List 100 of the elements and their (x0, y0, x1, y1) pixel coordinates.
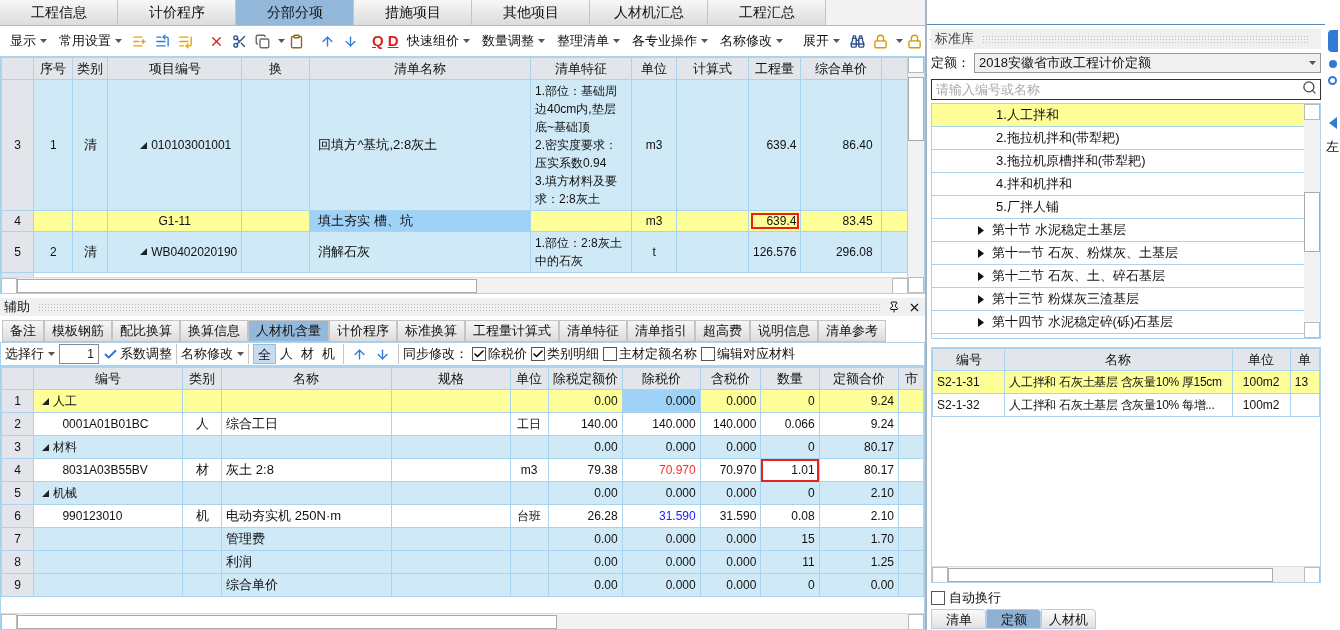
main-tab[interactable]: 其他项目 (472, 0, 590, 25)
row-number: 9 (1, 573, 34, 597)
pin-icon[interactable] (888, 301, 900, 313)
letter-icon-button[interactable]: D (387, 29, 399, 53)
table-cell-text: 8031A03B55BV (62, 462, 148, 479)
panel-tab[interactable]: 工程量计算式 (465, 320, 559, 342)
table-cell: 0.00 (548, 527, 623, 551)
panel-tab[interactable]: 说明信息 (750, 320, 818, 342)
panel-tab[interactable]: 清单参考 (818, 320, 886, 342)
cut-icon[interactable] (232, 33, 247, 49)
table-cell: 31.590 (700, 504, 761, 528)
panel-tab[interactable]: 备注 (2, 320, 44, 342)
horizontal-scrollbar[interactable] (1, 613, 924, 629)
panel-tab[interactable]: 配比换算 (112, 320, 180, 342)
column-header: 除税定额价 (548, 367, 623, 390)
table-cell: 清 (72, 231, 108, 272)
table-cell: 140.000 (622, 412, 701, 436)
tree-item[interactable]: 3.拖拉机原槽拌和(带犁耙) (932, 150, 1304, 173)
toolbar-tile-icon[interactable] (1327, 30, 1338, 52)
table-cell: 0.000 (700, 550, 761, 574)
menu-button[interactable]: 快速组价 (400, 29, 476, 53)
table-cell: 1.25 (819, 550, 899, 574)
main-tab[interactable]: 计价程序 (118, 0, 236, 25)
insert-child-icon[interactable] (155, 33, 170, 49)
bottom-tab[interactable]: 定额 (986, 609, 1041, 629)
expanded-triangle-icon[interactable] (140, 248, 148, 255)
move-down-icon[interactable] (343, 33, 358, 49)
expanded-triangle-icon[interactable] (140, 141, 148, 149)
collapsed-triangle-icon[interactable] (978, 294, 984, 304)
main-tab[interactable]: 分部分项 (236, 0, 354, 25)
expanded-triangle-icon[interactable] (42, 397, 50, 405)
copy-icon[interactable] (255, 33, 270, 49)
column-header: 项目编号 (107, 57, 242, 80)
tree-item[interactable]: 1.人工拌和 (932, 104, 1304, 127)
main-tab[interactable]: 工程信息 (0, 0, 118, 25)
table-cell: 工日 (510, 412, 549, 436)
table-cell: 人工拌和 石灰土基层 含灰量10% 厚15cm (1004, 370, 1233, 394)
expanded-triangle-icon[interactable] (42, 443, 50, 451)
menu-button[interactable]: 展开 (796, 29, 846, 53)
table-cell: 0.00 (548, 573, 623, 597)
left-arrow-icon[interactable] (1328, 117, 1337, 129)
tree-item[interactable]: 第十二节 石灰、土、碎石基层 (932, 265, 1304, 288)
checkbox[interactable] (931, 591, 945, 605)
column-header: 工程量 (748, 57, 801, 80)
main-tab[interactable]: 工程汇总 (708, 0, 826, 25)
search-icon[interactable] (1302, 80, 1317, 95)
table-cell: t (631, 231, 677, 272)
table-cell: 0 (760, 389, 820, 413)
panel-tab[interactable]: 人材机含量 (248, 320, 329, 342)
binoculars-icon[interactable] (849, 33, 865, 49)
quota-dropdown[interactable]: 2018安徽省市政工程计价定额 (974, 53, 1321, 73)
panel-tab[interactable]: 标准换算 (397, 320, 465, 342)
table-cell: 26.28 (548, 504, 623, 528)
horizontal-scrollbar[interactable] (932, 566, 1320, 582)
collapsed-triangle-icon[interactable] (978, 271, 984, 281)
panel-tab[interactable]: 模板钢筋 (44, 320, 112, 342)
tree-item[interactable]: 第十三节 粉煤灰三渣基层 (932, 288, 1304, 311)
table-cell: 0.00 (548, 481, 623, 505)
tree-item[interactable]: 第十节 水泥稳定土基层 (932, 219, 1304, 242)
move-up-icon[interactable] (320, 33, 335, 49)
menu-button[interactable]: 数量调整 (475, 29, 551, 53)
tree-item[interactable]: 第十四节 水泥稳定碎(砾)石基层 (932, 311, 1304, 334)
collapsed-triangle-icon[interactable] (978, 248, 984, 258)
paste-icon[interactable] (289, 33, 304, 49)
panel-tab[interactable]: 清单特征 (559, 320, 627, 342)
table-cell: 0.00 (548, 435, 623, 459)
expanded-triangle-icon[interactable] (42, 489, 50, 497)
menu-button[interactable]: 整理清单 (550, 29, 626, 53)
collapsed-triangle-icon[interactable] (978, 225, 984, 235)
caret-icon (40, 39, 47, 43)
table-cell: S2-1-31 (932, 370, 1005, 394)
menu-button[interactable]: 常用设置 (53, 29, 128, 53)
table-cell: m3 (631, 210, 677, 231)
panel-tab[interactable]: 换算信息 (180, 320, 248, 342)
panel-tab[interactable]: 清单指引 (627, 320, 695, 342)
vertical-scrollbar[interactable] (908, 57, 924, 293)
panel-tab[interactable]: 计价程序 (329, 320, 397, 342)
main-tab[interactable]: 措施项目 (354, 0, 472, 25)
menu-button[interactable]: 各专业操作 (625, 29, 714, 53)
table-cell: m3 (631, 79, 677, 211)
vertical-scrollbar[interactable] (1304, 104, 1320, 338)
tree-item[interactable]: 5.厂拌人铺 (932, 196, 1304, 219)
collapsed-triangle-icon[interactable] (978, 317, 984, 327)
horizontal-scrollbar[interactable] (1, 277, 908, 293)
main-tab[interactable]: 人材机汇总 (590, 0, 708, 25)
tree-item[interactable]: 4.拌和机拌和 (932, 173, 1304, 196)
letter-icon-button[interactable]: Q (372, 29, 384, 53)
bottom-tab[interactable]: 人材机 (1041, 609, 1096, 629)
row-number: 5 (1, 231, 34, 272)
checkbox-label: 自动换行 (949, 589, 1001, 608)
row-number: 4 (1, 210, 34, 231)
panel-tab[interactable]: 超高费 (695, 320, 750, 342)
bottom-tab[interactable]: 清单 (931, 609, 986, 629)
tree-item[interactable]: 2.拖拉机拌和(带犁耙) (932, 127, 1304, 150)
row-number: 7 (1, 527, 34, 551)
column-header: 单位 (631, 57, 677, 80)
menu-button[interactable]: 显示 (4, 29, 53, 53)
search-field[interactable]: 请输入编号或名称 (931, 79, 1321, 100)
tree-item[interactable]: 第十一节 石灰、粉煤灰、土基层 (932, 242, 1304, 265)
menu-button[interactable]: 名称修改 (713, 29, 789, 53)
